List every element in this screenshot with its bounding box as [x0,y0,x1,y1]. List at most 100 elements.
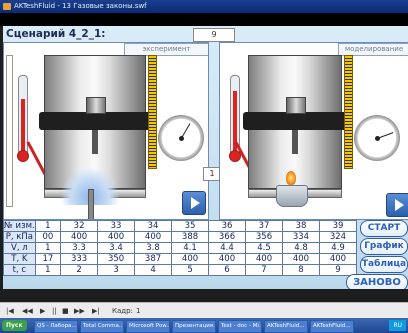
piston-weight [86,97,106,114]
end-icon[interactable]: ▶| [92,307,100,315]
piston-weight-right [286,97,306,114]
table-cell: 334 [281,231,320,243]
table-cell: 1 [34,264,62,276]
reset-button[interactable]: ЗАНОВО [346,274,408,289]
desktop-gap [0,289,408,302]
table-cell: 4.4 [208,242,246,254]
table-cell: 17 [34,253,62,265]
spray-nozzle [88,189,94,219]
table-button[interactable]: Таблица [360,256,408,273]
table-cell: 400 [134,231,173,243]
table-cell: 4.9 [318,242,358,254]
pressure-gauge-icon-right [354,115,400,161]
gas-burner-icon [276,185,308,207]
forward-icon[interactable]: ▶▶ [74,307,85,315]
row-label: V, л [3,242,36,254]
table-cell: 3.8 [134,242,173,254]
back-icon[interactable]: ◀◀ [22,307,33,315]
piston[interactable] [39,97,151,154]
simulation-app: Сценарий 4_2_1: 9 эксперимент 1 моделиро… [3,26,408,289]
left-ruler [6,55,13,207]
table-cell: 324 [318,231,358,243]
play-icon[interactable] [182,191,206,215]
table-cell: 4.5 [245,242,283,254]
graph-button[interactable]: График [360,238,408,255]
pressure-gauge-icon [158,115,204,161]
taskbar-item[interactable]: Презентация... [172,320,216,333]
table-cell: 400 [60,231,99,243]
table-cell: 5 [171,264,210,276]
stop-icon[interactable]: ■ [62,307,69,315]
table-cell: 34 [134,220,173,232]
table-cell: 350 [97,253,136,265]
table-cell: 366 [208,231,246,243]
table-cell: 36 [208,220,246,232]
table-cell: 387 [134,253,173,265]
frames-label: Кадр: [112,307,133,315]
windows-taskbar: Пуск QS - Лабора... Total Comma... Microso… [0,318,408,333]
volume-scale [148,55,157,169]
table-cell: 6 [208,264,246,276]
table-row: P, кПа 00 400 400 400 388 366 356 334 324 [3,231,358,243]
taskbar-item[interactable]: Total Comma... [80,320,124,333]
scenario-number-field[interactable]: 9 [193,28,235,42]
frames-value: 1 [136,307,141,315]
experiment-panel: эксперимент [3,42,209,220]
table-cell: 8 [281,264,320,276]
window-title: AKTeshFluid - 13 Газовые законы.swf [14,2,147,10]
taskbar-item[interactable]: QS - Лабора... [34,320,78,333]
table-cell: 356 [245,231,283,243]
thermometer-icon [17,75,29,162]
taskbar-item[interactable]: AKTeshFluid... [310,320,354,333]
play-icon-right[interactable] [386,193,408,217]
measurements-table: № изм. 1 32 33 34 35 36 37 38 39 P, кПа 00 400 400 400… [3,220,358,276]
table-cell: 2 [60,264,99,276]
table-row: № изм. 1 32 33 34 35 36 37 38 39 [3,220,358,232]
table-cell: 7 [245,264,283,276]
row-label: T, K [3,253,36,265]
table-cell: 39 [318,220,358,232]
language-indicator[interactable]: RU [389,320,406,331]
player-controls: |◀ ◀◀ ▶ || ■ ▶▶ ▶| Кадр: 1 [0,302,408,319]
table-cell: 400 [245,253,283,265]
table-cell: 400 [171,253,210,265]
modeling-panel: моделирование [219,42,408,220]
scenario-title: Сценарий 4_2_1: [6,28,106,40]
table-cell: 35 [171,220,210,232]
flash-icon [3,3,11,10]
start-button[interactable]: СТАРТ [360,220,408,237]
window-title-bar: AKTeshFluid - 13 Газовые законы.swf [0,0,408,13]
table-cell: 32 [60,220,99,232]
table-cell: 400 [208,253,246,265]
table-cell: 1 [34,242,62,254]
play-control-icon[interactable]: ▶ [40,307,45,315]
rewind-icon[interactable]: |◀ [6,307,14,315]
table-cell: 38 [281,220,320,232]
table-cell: 4 [134,264,173,276]
start-button-os[interactable]: Пуск [2,320,27,331]
piston-right[interactable] [243,97,347,154]
taskbar-item[interactable]: Microsoft Pow... [126,320,170,333]
table-cell: 3.4 [97,242,136,254]
table-cell: 388 [171,231,210,243]
piston-rod-right [292,130,298,154]
row-label: № изм. [3,220,36,232]
table-cell: 3.3 [60,242,99,254]
row-label: t, c [3,264,36,276]
pause-icon[interactable]: || [52,307,57,315]
table-cell: 333 [60,253,99,265]
table-cell: 4.8 [281,242,320,254]
window-chrome-band [0,13,408,26]
table-cell: 37 [245,220,283,232]
table-cell: 400 [281,253,320,265]
table-cell: 400 [97,231,136,243]
piston-rod [92,130,98,154]
gas-cylinder-right [243,55,347,189]
table-row: V, л 1 3.3 3.4 3.8 4.1 4.4 4.5 4.8 4.9 [3,242,358,254]
table-cell: 33 [97,220,136,232]
taskbar-item[interactable]: AKTeshFluid... [264,320,308,333]
taskbar-item[interactable]: Test - doc - Mi... [218,320,262,333]
table-cell: 400 [318,253,358,265]
table-row: t, c123456789 [3,264,358,276]
table-cell: 3 [97,264,136,276]
